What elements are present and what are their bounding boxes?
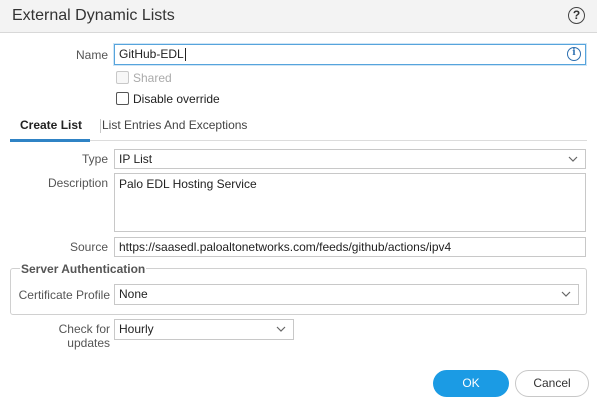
dialog-title: External Dynamic Lists <box>12 7 175 24</box>
description-label: Description <box>47 176 108 190</box>
disable-override-label: Disable override <box>133 92 220 106</box>
type-value: IP List <box>119 152 153 166</box>
disable-override-checkbox[interactable] <box>116 92 129 105</box>
server-authentication-legend: Server Authentication <box>20 262 147 276</box>
check-for-updates-select[interactable]: Hourly <box>114 319 294 340</box>
tab-create-list[interactable]: Create List <box>20 118 82 132</box>
tab-list-entries-and-exceptions[interactable]: List Entries And Exceptions <box>102 118 247 132</box>
dialog-titlebar: External Dynamic Lists ? <box>0 0 597 33</box>
name-input[interactable]: GitHub-EDL i <box>114 44 586 65</box>
text-caret <box>184 48 186 62</box>
certificate-profile-select[interactable]: None <box>114 284 579 305</box>
info-icon[interactable]: i <box>567 47 581 61</box>
type-label: Type <box>81 152 108 166</box>
certificate-profile-label: Certificate Profile <box>18 288 110 302</box>
name-value: GitHub-EDL <box>119 47 184 61</box>
cancel-button[interactable]: Cancel <box>515 370 589 397</box>
check-for-updates-value: Hourly <box>119 322 154 336</box>
description-textarea[interactable]: Palo EDL Hosting Service <box>114 173 586 232</box>
type-select[interactable]: IP List <box>114 149 586 169</box>
source-value: https://saasedl.paloaltonetworks.com/fee… <box>119 240 452 254</box>
tab-separator <box>100 119 101 133</box>
shared-checkbox <box>116 71 129 84</box>
tab-bar: Create List List Entries And Exceptions <box>10 113 587 142</box>
chevron-down-icon <box>276 326 286 332</box>
name-label: Name <box>75 48 108 62</box>
check-for-updates-label: Check for updates <box>58 322 110 350</box>
shared-label: Shared <box>133 71 172 85</box>
active-tab-indicator <box>10 139 90 142</box>
chevron-down-icon <box>561 291 571 297</box>
ok-button[interactable]: OK <box>433 370 509 397</box>
source-label: Source <box>69 240 108 254</box>
certificate-profile-value: None <box>119 287 148 301</box>
description-value: Palo EDL Hosting Service <box>119 177 257 191</box>
question-icon[interactable]: ? <box>568 7 585 24</box>
chevron-down-icon <box>568 156 578 162</box>
source-input[interactable]: https://saasedl.paloaltonetworks.com/fee… <box>114 237 586 257</box>
